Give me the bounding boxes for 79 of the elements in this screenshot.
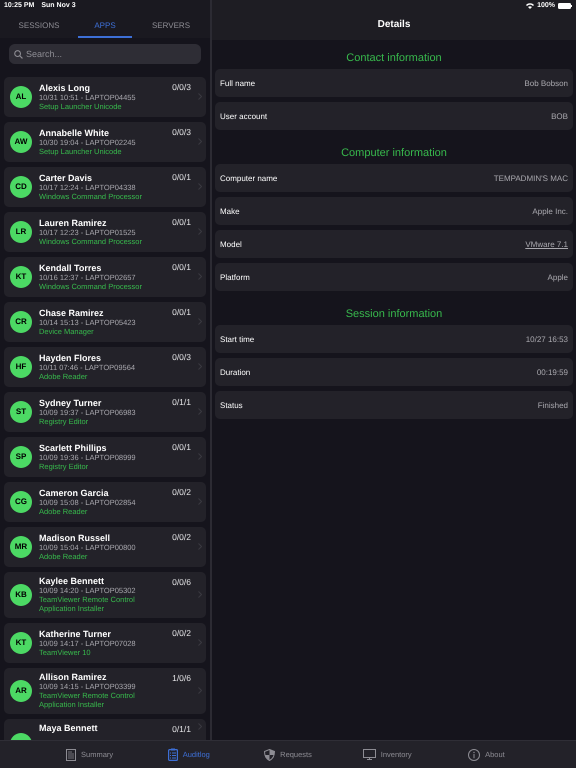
avatar: SP bbox=[10, 446, 32, 468]
info-icon bbox=[468, 748, 480, 760]
event-counts: 1/0/6 bbox=[172, 673, 191, 683]
shield-icon bbox=[264, 748, 276, 760]
user-name: Alexis Long bbox=[39, 82, 92, 92]
field-value: Apple Inc. bbox=[532, 206, 568, 216]
event-counts: 0/0/1 bbox=[172, 217, 191, 227]
user-name: Allison Ramirez bbox=[39, 672, 108, 682]
avatar: KB bbox=[10, 584, 32, 606]
field-value: BOB bbox=[551, 112, 568, 120]
search-icon bbox=[14, 50, 23, 58]
segment-tab[interactable]: SESSIONS bbox=[12, 14, 66, 38]
user-name: Maya Bennett bbox=[39, 723, 99, 733]
event-counts: 0/0/1 bbox=[172, 262, 191, 272]
section-heading: Contact information bbox=[345, 51, 443, 64]
avatar: KT bbox=[10, 266, 32, 288]
field-value: 10/27 16:53 bbox=[526, 334, 568, 344]
section-heading: Session information bbox=[344, 307, 444, 320]
avatar: ST bbox=[10, 400, 32, 422]
event-counts: 0/0/2 bbox=[172, 532, 191, 542]
field-value: Bob Bobson bbox=[524, 78, 568, 88]
user-name: Madison Russell bbox=[39, 532, 112, 542]
section-heading: Computer information bbox=[340, 146, 448, 159]
event-counts: 0/1/1 bbox=[172, 724, 191, 734]
clipboard-icon bbox=[168, 748, 178, 761]
search-field[interactable]: Search... bbox=[9, 44, 201, 64]
event-counts: 0/0/1 bbox=[172, 307, 191, 317]
avatar: CD bbox=[10, 176, 32, 198]
monitor-icon bbox=[362, 749, 376, 760]
event-counts: 0/0/6 bbox=[172, 577, 191, 587]
user-name: Sydney Turner bbox=[39, 398, 102, 408]
avatar: HF bbox=[10, 356, 32, 378]
field-value: 00:19:59 bbox=[536, 368, 568, 376]
field-value: Apple bbox=[548, 272, 568, 282]
event-counts: 0/0/1 bbox=[172, 172, 191, 182]
avatar: CG bbox=[10, 490, 32, 512]
user-name: Lauren Ramirez bbox=[39, 218, 108, 228]
field-label: Computer name bbox=[220, 174, 278, 182]
user-name: Chase Ramirez bbox=[39, 308, 105, 318]
session-card[interactable]: Maya Bennett 0/1/1 bbox=[4, 719, 206, 740]
wifi-icon bbox=[526, 2, 534, 8]
avatar: KT bbox=[10, 632, 32, 654]
field-label: Model bbox=[220, 240, 242, 248]
field-label: Status bbox=[220, 400, 243, 410]
field-value: Finished bbox=[538, 400, 568, 410]
event-counts: 0/0/1 bbox=[172, 442, 191, 452]
avatar: MR bbox=[10, 536, 32, 558]
battery-icon bbox=[558, 2, 572, 8]
user-name: Hayden Flores bbox=[39, 352, 102, 362]
segment-tab[interactable]: APPS bbox=[78, 14, 132, 38]
user-name: Kendall Torres bbox=[39, 262, 102, 272]
field-label: Full name bbox=[220, 78, 256, 88]
document-icon bbox=[66, 748, 76, 760]
avatar: AL bbox=[10, 86, 32, 108]
field-label: Platform bbox=[220, 272, 250, 282]
event-counts: 0/0/3 bbox=[172, 127, 191, 137]
field-label: Start time bbox=[220, 334, 254, 344]
user-name: Annabelle White bbox=[39, 128, 110, 138]
user-name: Cameron Garcia bbox=[39, 488, 110, 498]
event-counts: 0/0/2 bbox=[172, 628, 191, 638]
event-counts: 0/0/3 bbox=[172, 352, 191, 362]
event-counts: 0/0/3 bbox=[172, 82, 191, 92]
avatar: AW bbox=[10, 130, 32, 152]
user-name: Scarlett Phillips bbox=[39, 442, 108, 452]
field-value: TEMPADMIN'S MAC bbox=[494, 174, 568, 182]
event-counts: 0/0/2 bbox=[172, 487, 191, 497]
field-label: Duration bbox=[220, 368, 250, 376]
field-label: Make bbox=[220, 206, 240, 216]
avatar: AR bbox=[10, 680, 32, 702]
field-link[interactable]: VMware 7.1 bbox=[525, 240, 568, 248]
segment-tab[interactable]: SERVERS bbox=[144, 14, 198, 38]
user-name: Katherine Turner bbox=[39, 628, 112, 638]
field-label: User account bbox=[220, 112, 268, 120]
user-name: Kaylee Bennett bbox=[39, 576, 106, 586]
pane-title: Details bbox=[378, 19, 410, 30]
user-name: Carter Davis bbox=[39, 172, 94, 182]
event-counts: 0/1/1 bbox=[172, 397, 191, 407]
avatar: CR bbox=[10, 310, 32, 332]
avatar: LR bbox=[10, 220, 32, 242]
